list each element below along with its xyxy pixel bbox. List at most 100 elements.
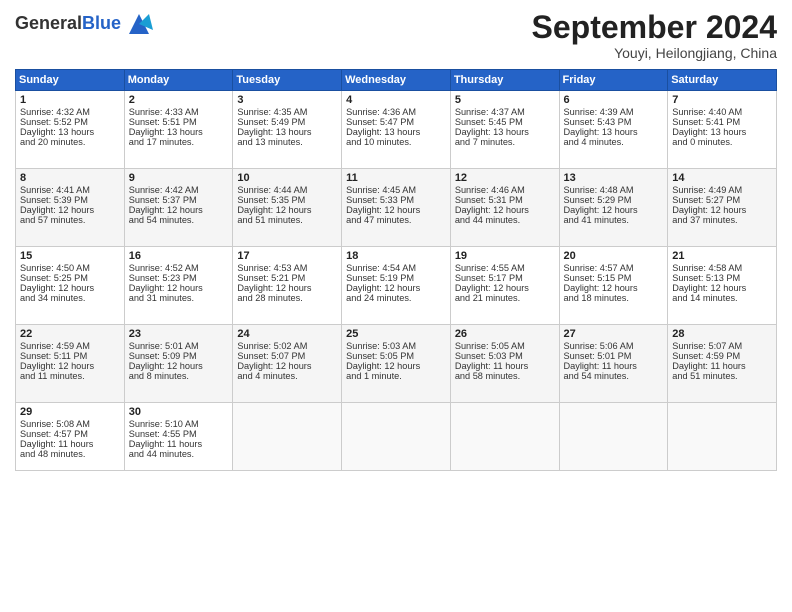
day-info-line: and 34 minutes. — [20, 293, 120, 303]
day-number: 20 — [564, 250, 664, 262]
day-info-line: Daylight: 12 hours — [129, 205, 229, 215]
day-info-line: Daylight: 12 hours — [237, 205, 337, 215]
day-number: 30 — [129, 406, 229, 418]
day-info-line: and 24 minutes. — [346, 293, 446, 303]
day-number: 29 — [20, 406, 120, 418]
calendar-cell — [668, 403, 777, 471]
calendar-cell — [450, 403, 559, 471]
header: GeneralBlue September 2024 Youyi, Heilon… — [15, 10, 777, 61]
day-info-line: Daylight: 12 hours — [20, 361, 120, 371]
day-info-line: Sunset: 4:59 PM — [672, 351, 772, 361]
day-number: 7 — [672, 94, 772, 106]
day-info-line: Daylight: 12 hours — [237, 361, 337, 371]
weekday-header-friday: Friday — [559, 70, 668, 91]
day-info-line: Sunrise: 5:05 AM — [455, 341, 555, 351]
week-row-5: 29Sunrise: 5:08 AMSunset: 4:57 PMDayligh… — [16, 403, 777, 471]
calendar-header: SundayMondayTuesdayWednesdayThursdayFrid… — [16, 70, 777, 91]
day-info-line: Daylight: 12 hours — [346, 283, 446, 293]
day-info-line: and 10 minutes. — [346, 137, 446, 147]
logo-blue: Blue — [82, 13, 121, 33]
calendar-cell: 12Sunrise: 4:46 AMSunset: 5:31 PMDayligh… — [450, 169, 559, 247]
day-info-line: Daylight: 11 hours — [129, 439, 229, 449]
day-info-line: and 7 minutes. — [455, 137, 555, 147]
weekday-row: SundayMondayTuesdayWednesdayThursdayFrid… — [16, 70, 777, 91]
day-number: 9 — [129, 172, 229, 184]
day-info-line: Sunrise: 4:54 AM — [346, 263, 446, 273]
day-number: 19 — [455, 250, 555, 262]
day-info-line: Sunset: 5:15 PM — [564, 273, 664, 283]
week-row-1: 1Sunrise: 4:32 AMSunset: 5:52 PMDaylight… — [16, 91, 777, 169]
day-number: 17 — [237, 250, 337, 262]
day-info-line: and 57 minutes. — [20, 215, 120, 225]
logo-text: GeneralBlue — [15, 14, 121, 34]
calendar-cell: 14Sunrise: 4:49 AMSunset: 5:27 PMDayligh… — [668, 169, 777, 247]
day-info-line: Sunset: 5:09 PM — [129, 351, 229, 361]
day-info-line: Daylight: 11 hours — [672, 361, 772, 371]
day-info-line: Daylight: 11 hours — [455, 361, 555, 371]
day-number: 12 — [455, 172, 555, 184]
day-number: 8 — [20, 172, 120, 184]
day-info-line: Daylight: 12 hours — [20, 283, 120, 293]
calendar-cell: 4Sunrise: 4:36 AMSunset: 5:47 PMDaylight… — [342, 91, 451, 169]
day-info-line: and 20 minutes. — [20, 137, 120, 147]
day-number: 23 — [129, 328, 229, 340]
day-info-line: and 48 minutes. — [20, 449, 120, 459]
day-info-line: Sunset: 5:47 PM — [346, 117, 446, 127]
day-info-line: Sunrise: 5:03 AM — [346, 341, 446, 351]
day-number: 5 — [455, 94, 555, 106]
day-info-line: and 21 minutes. — [455, 293, 555, 303]
day-number: 13 — [564, 172, 664, 184]
day-number: 21 — [672, 250, 772, 262]
day-info-line: Sunrise: 4:35 AM — [237, 107, 337, 117]
day-info-line: Sunrise: 4:58 AM — [672, 263, 772, 273]
day-info-line: and 13 minutes. — [237, 137, 337, 147]
day-info-line: Daylight: 12 hours — [129, 283, 229, 293]
day-info-line: Sunrise: 4:59 AM — [20, 341, 120, 351]
day-info-line: Daylight: 11 hours — [564, 361, 664, 371]
day-info-line: Sunset: 5:25 PM — [20, 273, 120, 283]
calendar-cell: 16Sunrise: 4:52 AMSunset: 5:23 PMDayligh… — [124, 247, 233, 325]
calendar-cell: 30Sunrise: 5:10 AMSunset: 4:55 PMDayligh… — [124, 403, 233, 471]
day-number: 24 — [237, 328, 337, 340]
day-info-line: Daylight: 12 hours — [346, 361, 446, 371]
day-info-line: Sunset: 5:41 PM — [672, 117, 772, 127]
weekday-header-sunday: Sunday — [16, 70, 125, 91]
calendar-cell: 2Sunrise: 4:33 AMSunset: 5:51 PMDaylight… — [124, 91, 233, 169]
day-info-line: Sunrise: 4:53 AM — [237, 263, 337, 273]
calendar-body: 1Sunrise: 4:32 AMSunset: 5:52 PMDaylight… — [16, 91, 777, 471]
day-info-line: Sunset: 5:51 PM — [129, 117, 229, 127]
day-info-line: and 8 minutes. — [129, 371, 229, 381]
title-block: September 2024 Youyi, Heilongjiang, Chin… — [532, 10, 777, 61]
day-info-line: Daylight: 12 hours — [20, 205, 120, 215]
day-info-line: and 44 minutes. — [455, 215, 555, 225]
calendar-cell — [559, 403, 668, 471]
day-info-line: and 37 minutes. — [672, 215, 772, 225]
day-info-line: and 54 minutes. — [129, 215, 229, 225]
day-info-line: Daylight: 12 hours — [564, 283, 664, 293]
weekday-header-saturday: Saturday — [668, 70, 777, 91]
day-info-line: Sunset: 5:17 PM — [455, 273, 555, 283]
day-info-line: Sunrise: 4:45 AM — [346, 185, 446, 195]
day-number: 2 — [129, 94, 229, 106]
day-number: 28 — [672, 328, 772, 340]
calendar-cell: 3Sunrise: 4:35 AMSunset: 5:49 PMDaylight… — [233, 91, 342, 169]
day-info-line: Sunset: 5:37 PM — [129, 195, 229, 205]
logo-icon — [125, 10, 153, 38]
day-info-line: Sunrise: 5:02 AM — [237, 341, 337, 351]
day-info-line: Sunset: 5:19 PM — [346, 273, 446, 283]
weekday-header-wednesday: Wednesday — [342, 70, 451, 91]
day-info-line: and 28 minutes. — [237, 293, 337, 303]
day-info-line: Sunrise: 5:06 AM — [564, 341, 664, 351]
weekday-header-thursday: Thursday — [450, 70, 559, 91]
day-info-line: and 51 minutes. — [672, 371, 772, 381]
calendar-cell — [233, 403, 342, 471]
day-info-line: Daylight: 12 hours — [129, 361, 229, 371]
day-info-line: Daylight: 12 hours — [455, 283, 555, 293]
day-info-line: and 58 minutes. — [455, 371, 555, 381]
week-row-2: 8Sunrise: 4:41 AMSunset: 5:39 PMDaylight… — [16, 169, 777, 247]
month-title: September 2024 — [532, 10, 777, 45]
day-info-line: Sunset: 5:52 PM — [20, 117, 120, 127]
day-info-line: Sunrise: 4:39 AM — [564, 107, 664, 117]
day-number: 14 — [672, 172, 772, 184]
logo-general: General — [15, 13, 82, 33]
